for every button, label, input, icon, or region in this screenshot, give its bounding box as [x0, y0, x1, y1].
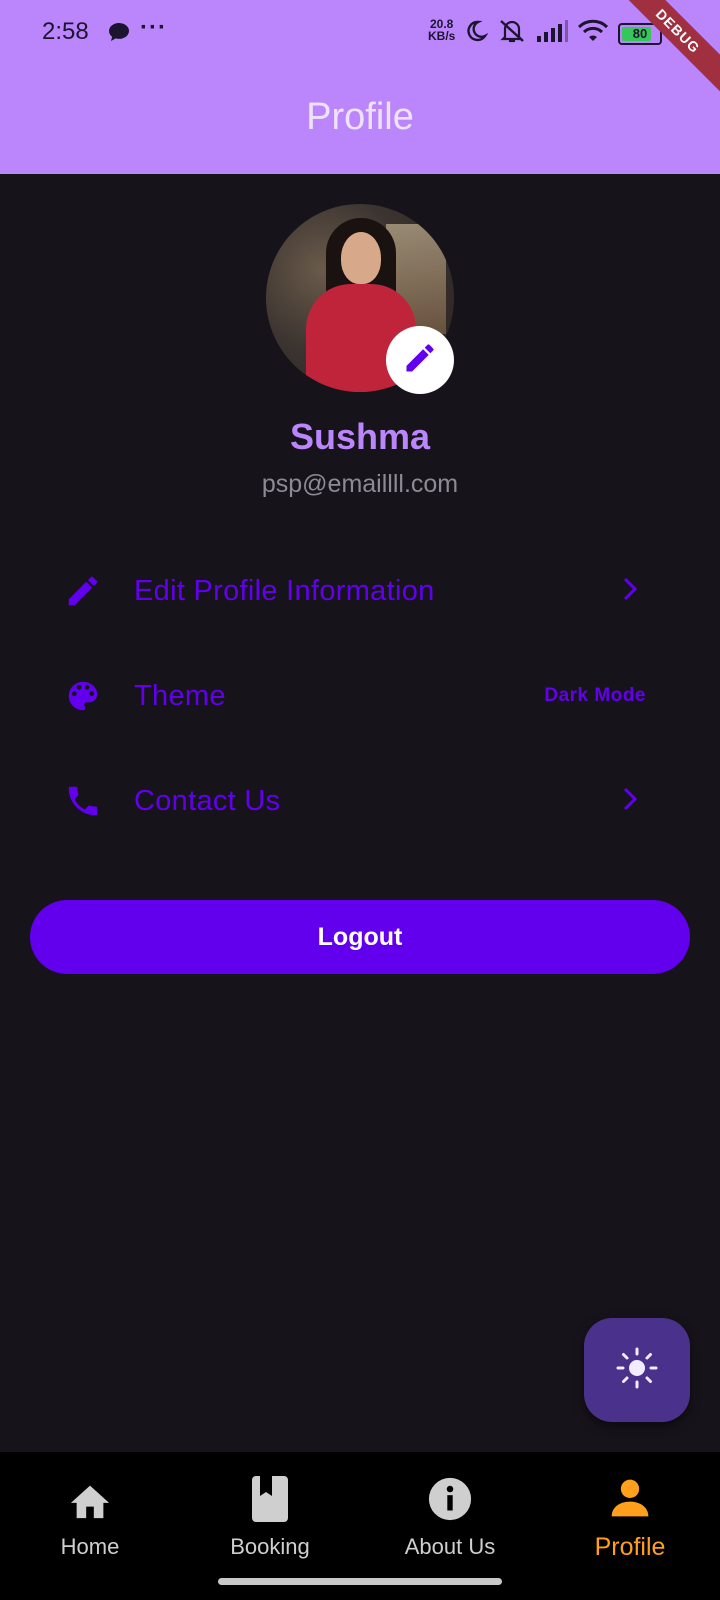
phone-icon: [60, 778, 106, 824]
pencil-icon: [60, 568, 106, 614]
book-icon: [252, 1474, 288, 1524]
nav-item-home[interactable]: Home: [0, 1452, 180, 1582]
nav-item-profile[interactable]: Profile: [540, 1452, 720, 1582]
palette-icon: [60, 673, 106, 719]
chat-bubble-icon: [108, 22, 130, 47]
moon-icon: [464, 19, 489, 48]
user-name: Sushma: [289, 416, 431, 457]
theme-toggle-fab[interactable]: [584, 1318, 690, 1422]
logout-button[interactable]: Logout: [30, 900, 690, 974]
signal-icon: [536, 20, 568, 47]
status-bar: 2:58 ··· 20.8 KB/s 80: [0, 0, 720, 66]
network-speed: 20.8 KB/s: [428, 17, 456, 43]
page-title: Profile: [306, 96, 414, 138]
user-email: psp@emaillll.com: [261, 470, 459, 498]
battery-level: 80: [632, 26, 648, 41]
pencil-icon: [402, 340, 438, 381]
theme-mode-value: Dark Mode: [544, 685, 646, 706]
edit-avatar-button[interactable]: [386, 326, 454, 394]
menu-item-contact-us[interactable]: Contact Us: [60, 766, 660, 836]
home-indicator[interactable]: [218, 1578, 502, 1585]
menu-item-edit-profile[interactable]: Edit Profile Information: [60, 556, 660, 626]
info-icon: [427, 1474, 473, 1524]
app-bar: 2:58 ··· 20.8 KB/s 80 DEBUG Profile: [0, 0, 720, 174]
nav-item-booking[interactable]: Booking: [180, 1452, 360, 1582]
nav-item-about-us[interactable]: About Us: [360, 1452, 540, 1582]
more-notifications-icon: ···: [140, 14, 167, 41]
person-icon: [608, 1473, 652, 1523]
chevron-right-icon: [618, 575, 642, 608]
nav-label: Home: [60, 1534, 120, 1559]
nav-label: Profile: [594, 1532, 666, 1561]
menu-item-label: Edit Profile Information: [134, 574, 435, 607]
muted-bell-icon: [498, 18, 526, 49]
menu-item-label: Theme: [134, 679, 226, 712]
home-icon: [67, 1474, 113, 1524]
sun-icon: [615, 1346, 659, 1395]
nav-label: About Us: [404, 1534, 496, 1559]
status-time: 2:58: [42, 18, 89, 45]
avatar-container: [266, 204, 454, 394]
chevron-right-icon: [618, 785, 642, 818]
menu-item-theme[interactable]: Theme Dark Mode: [60, 661, 660, 731]
menu-item-label: Contact Us: [134, 784, 281, 817]
nav-label: Booking: [230, 1534, 310, 1559]
wifi-icon: [577, 19, 609, 48]
